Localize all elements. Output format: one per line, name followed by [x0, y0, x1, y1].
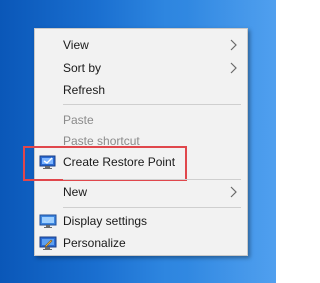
menu-item-view[interactable]: View: [35, 34, 247, 56]
menu-item-label: View: [63, 38, 89, 52]
menu-item-refresh[interactable]: Refresh: [35, 79, 247, 101]
menu-item-personalize[interactable]: Personalize: [35, 232, 247, 254]
chevron-right-icon: [230, 39, 237, 51]
menu-item-label: New: [63, 185, 88, 199]
menu-item-label: Personalize: [63, 236, 126, 250]
menu-separator: [63, 207, 241, 208]
display-settings-icon: [39, 214, 57, 228]
menu-item-label: Refresh: [63, 83, 106, 97]
chevron-right-icon: [230, 186, 237, 198]
menu-item-label: Paste: [63, 113, 94, 127]
menu-separator: [63, 179, 241, 180]
desktop-context-menu: View Sort by Refresh Paste Paste shortcu…: [23, 28, 248, 256]
menu-item-sort-by[interactable]: Sort by: [35, 57, 247, 79]
menu-item-display-settings[interactable]: Display settings: [35, 210, 247, 232]
highlight-box: [23, 146, 187, 181]
menu-item-new[interactable]: New: [35, 181, 247, 203]
personalize-icon: [39, 236, 57, 250]
menu-item-paste: Paste: [35, 109, 247, 131]
menu-item-label: Display settings: [63, 214, 148, 228]
menu-separator: [63, 104, 241, 105]
chevron-right-icon: [230, 62, 237, 74]
menu-item-label: Sort by: [63, 61, 102, 75]
